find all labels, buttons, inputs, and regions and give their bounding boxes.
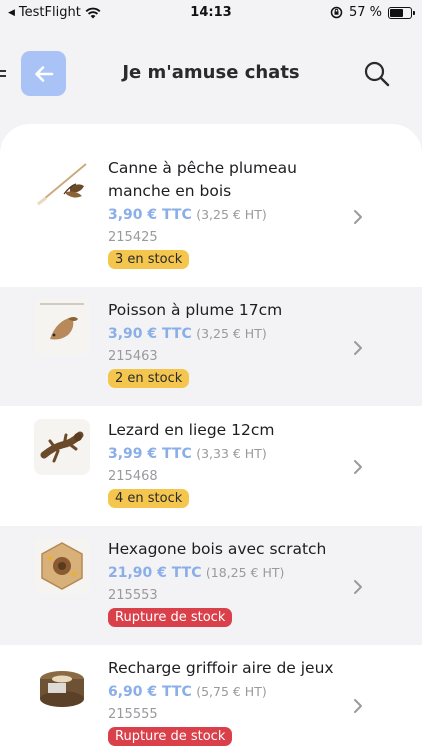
product-row[interactable]: Canne à pêche plumeau manche en bois 3,9… bbox=[0, 124, 422, 287]
chevron-right-icon bbox=[354, 460, 362, 474]
status-bar: ◀ TestFlight 14:13 57 % bbox=[0, 0, 422, 26]
hexagon-toy-icon bbox=[34, 538, 90, 594]
price-ht: (18,25 € HT) bbox=[205, 565, 285, 580]
product-row[interactable]: Poisson à plume 17cm 3,90 € TTC (3,25 € … bbox=[0, 287, 422, 406]
stock-badge: 2 en stock bbox=[108, 369, 190, 388]
scratcher-roll-icon bbox=[34, 659, 90, 715]
price-ttc: 3,90 € TTC bbox=[108, 326, 192, 342]
chevron-right-icon bbox=[354, 341, 362, 355]
stock-badge: 4 en stock bbox=[108, 489, 190, 508]
product-name: Canne à pêche plumeau manche en bois bbox=[108, 159, 297, 200]
price-ht: (3,25 € HT) bbox=[196, 326, 267, 341]
product-row[interactable]: Hexagone bois avec scratch 21,90 € TTC (… bbox=[0, 526, 422, 645]
price-ht: (5,75 € HT) bbox=[196, 684, 267, 699]
product-info: Lezard en liege 12cm 3,99 € TTC (3,33 € … bbox=[108, 419, 362, 508]
product-info: Recharge griffoir aire de jeux 6,90 € TT… bbox=[108, 657, 362, 746]
product-name: Recharge griffoir aire de jeux bbox=[108, 659, 334, 677]
product-reference: 215553 bbox=[108, 588, 158, 603]
chevron-right-icon bbox=[354, 580, 362, 594]
stock-badge: Rupture de stock bbox=[108, 608, 233, 627]
fish-toy-icon bbox=[34, 299, 90, 355]
price-ttc: 3,99 € TTC bbox=[108, 446, 192, 462]
search-button[interactable] bbox=[362, 59, 392, 89]
stock-badge: Rupture de stock bbox=[108, 727, 233, 746]
page-title: Je m'amuse chats bbox=[122, 62, 300, 83]
status-right: 57 % bbox=[330, 5, 415, 20]
price-ht: (3,33 € HT) bbox=[196, 446, 267, 461]
search-icon bbox=[364, 61, 390, 87]
product-price-line: 3,90 € TTC (3,25 € HT) bbox=[108, 323, 362, 345]
product-info: Poisson à plume 17cm 3,90 € TTC (3,25 € … bbox=[108, 299, 362, 388]
price-ttc: 6,90 € TTC bbox=[108, 684, 192, 700]
product-name: Hexagone bois avec scratch bbox=[108, 540, 327, 558]
product-reference: 215555 bbox=[108, 707, 158, 722]
chevron-right-icon bbox=[354, 210, 362, 224]
product-info: Hexagone bois avec scratch 21,90 € TTC (… bbox=[108, 538, 362, 627]
product-name: Poisson à plume 17cm bbox=[108, 301, 283, 319]
product-reference: 215468 bbox=[108, 469, 158, 484]
battery-icon bbox=[388, 6, 415, 19]
product-price-line: 3,90 € TTC (3,25 € HT) bbox=[108, 204, 362, 226]
product-price-line: 6,90 € TTC (5,75 € HT) bbox=[108, 681, 362, 703]
product-price-line: 3,99 € TTC (3,33 € HT) bbox=[108, 443, 362, 465]
stock-badge: 3 en stock bbox=[108, 250, 190, 269]
product-info: Canne à pêche plumeau manche en bois 3,9… bbox=[108, 157, 362, 269]
orientation-lock-icon bbox=[330, 6, 343, 19]
lizard-toy-icon bbox=[34, 419, 90, 475]
feather-wand-icon bbox=[34, 158, 90, 214]
chevron-right-icon bbox=[354, 699, 362, 713]
header: Je m'amuse chats bbox=[0, 26, 422, 122]
product-price-line: 21,90 € TTC (18,25 € HT) bbox=[108, 562, 362, 584]
product-name: Lezard en liege 12cm bbox=[108, 421, 275, 439]
product-reference: 215463 bbox=[108, 349, 158, 364]
price-ht: (3,25 € HT) bbox=[196, 207, 267, 222]
price-ttc: 3,90 € TTC bbox=[108, 207, 192, 223]
product-row[interactable]: Recharge griffoir aire de jeux 6,90 € TT… bbox=[0, 645, 422, 750]
product-reference: 215425 bbox=[108, 230, 158, 245]
product-row[interactable]: Lezard en liege 12cm 3,99 € TTC (3,33 € … bbox=[0, 406, 422, 526]
product-list: Canne à pêche plumeau manche en bois 3,9… bbox=[0, 124, 422, 750]
battery-percent: 57 % bbox=[348, 5, 382, 20]
price-ttc: 21,90 € TTC bbox=[108, 565, 202, 581]
